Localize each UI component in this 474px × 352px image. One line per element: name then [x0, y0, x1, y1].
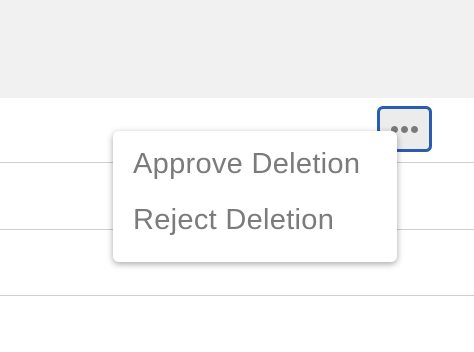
actions-dropdown-menu: Approve Deletion Reject Deletion: [113, 131, 397, 262]
row-divider: [0, 295, 474, 296]
header-band: [0, 0, 474, 98]
ellipsis-icon: [401, 125, 408, 133]
reject-deletion-menu-item[interactable]: Reject Deletion: [113, 201, 397, 257]
ellipsis-icon: [411, 125, 418, 133]
approve-deletion-menu-item[interactable]: Approve Deletion: [113, 145, 397, 201]
